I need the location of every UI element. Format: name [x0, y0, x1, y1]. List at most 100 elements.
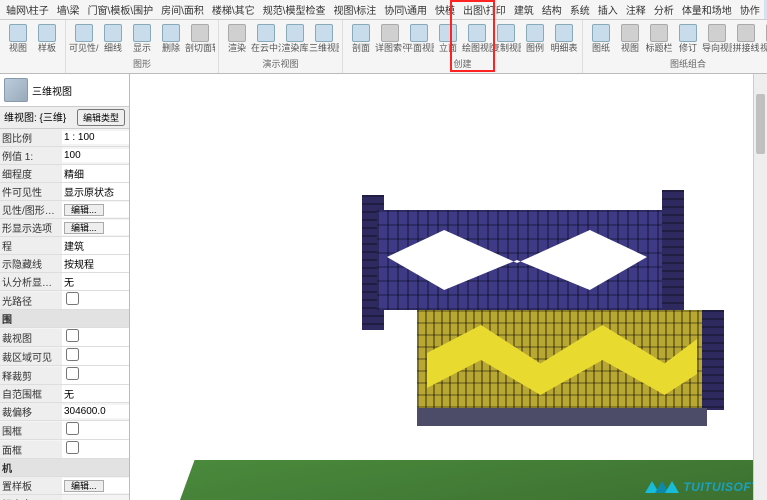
- property-value[interactable]: [62, 291, 129, 309]
- tool-label: 细线: [104, 43, 122, 53]
- property-checkbox[interactable]: [66, 422, 79, 435]
- property-row[interactable]: 释裁剪: [0, 366, 129, 385]
- ribbon-button[interactable]: 复制视图: [492, 22, 520, 55]
- property-value[interactable]: 精细: [62, 165, 129, 182]
- menu-item[interactable]: 系统: [566, 0, 594, 19]
- menu-item[interactable]: 出图\打印: [459, 0, 510, 19]
- property-row[interactable]: 自范围框无: [0, 385, 129, 403]
- property-row[interactable]: 例值 1:100: [0, 147, 129, 165]
- ribbon-button[interactable]: 渲染库: [281, 22, 309, 55]
- menu-item[interactable]: 注释: [622, 0, 650, 19]
- property-value[interactable]: 建筑: [62, 237, 129, 254]
- menu-item[interactable]: 建筑: [510, 0, 538, 19]
- property-row[interactable]: 见性/图形替换编辑...: [0, 201, 129, 219]
- ribbon-button[interactable]: 平面视图: [405, 22, 433, 55]
- ribbon-button[interactable]: 明细表: [550, 22, 578, 55]
- properties-header[interactable]: 三维视图: [0, 74, 129, 107]
- property-row[interactable]: 细程度精细: [0, 165, 129, 183]
- ribbon-button[interactable]: 可见性/过滤器: [70, 22, 98, 55]
- 3d-viewport[interactable]: TUITUISOFT: [130, 74, 767, 500]
- ribbon-button[interactable]: 删除: [157, 22, 185, 55]
- property-row[interactable]: 件可见性显示原状态: [0, 183, 129, 201]
- menu-item[interactable]: 结构: [538, 0, 566, 19]
- menu-item[interactable]: 门窗\模板\围护: [84, 0, 158, 19]
- menu-item[interactable]: 插入: [594, 0, 622, 19]
- ribbon-button[interactable]: 显示: [128, 22, 156, 55]
- property-checkbox[interactable]: [66, 329, 79, 342]
- ribbon-button[interactable]: 样板: [33, 22, 61, 55]
- property-row[interactable]: 置样板编辑...: [0, 477, 129, 495]
- edit-button[interactable]: 编辑...: [64, 480, 104, 492]
- property-value[interactable]: [62, 421, 129, 439]
- edit-type-button[interactable]: 编辑类型: [77, 109, 125, 126]
- ribbon-button[interactable]: 立面: [434, 22, 462, 55]
- scrollbar-thumb[interactable]: [756, 94, 765, 154]
- menu-item[interactable]: 规范\模型检查: [259, 0, 330, 19]
- property-row[interactable]: 围框: [0, 421, 129, 440]
- menu-item[interactable]: 协作: [736, 0, 764, 19]
- ribbon-button[interactable]: 图纸: [587, 22, 615, 55]
- menu-item[interactable]: 协同\通用: [380, 0, 431, 19]
- menu-item[interactable]: 轴网\柱子: [2, 0, 53, 19]
- property-row[interactable]: 示隐藏线按规程: [0, 255, 129, 273]
- ribbon-button[interactable]: 修订: [674, 22, 702, 55]
- property-value[interactable]: 显示原状态: [62, 183, 129, 200]
- property-value[interactable]: 1 : 100: [62, 131, 129, 144]
- property-value[interactable]: [62, 440, 129, 458]
- ribbon-button[interactable]: 详图索引: [376, 22, 404, 55]
- property-row[interactable]: 程建筑: [0, 237, 129, 255]
- menu-item[interactable]: 快模: [431, 0, 459, 19]
- edit-button[interactable]: 编辑...: [64, 222, 104, 234]
- ribbon-button[interactable]: 绘图视图: [463, 22, 491, 55]
- ribbon-button[interactable]: 视图: [616, 22, 644, 55]
- ribbon-button[interactable]: 标题栏: [645, 22, 673, 55]
- ribbon-button[interactable]: 剖切面轮廓: [186, 22, 214, 55]
- property-value[interactable]: 按规程: [62, 255, 129, 272]
- ribbon-button[interactable]: 三维视图: [310, 22, 338, 55]
- ribbon-button[interactable]: 导向视图: [703, 22, 731, 55]
- property-value[interactable]: [62, 328, 129, 346]
- property-row[interactable]: 裁偏移304600.0: [0, 403, 129, 421]
- menu-item[interactable]: 楼梯\其它: [208, 0, 259, 19]
- ribbon-button[interactable]: 视图参照: [761, 22, 767, 55]
- type-selector[interactable]: 三维视图: [32, 83, 125, 98]
- ribbon-button[interactable]: 在云中渲染: [252, 22, 280, 55]
- property-checkbox[interactable]: [66, 367, 79, 380]
- edit-button[interactable]: 编辑...: [64, 204, 104, 216]
- property-row[interactable]: 形显示选项编辑...: [0, 219, 129, 237]
- property-value[interactable]: [62, 347, 129, 365]
- property-checkbox[interactable]: [66, 292, 79, 305]
- ribbon-button[interactable]: 图例: [521, 22, 549, 55]
- menu-item[interactable]: 体量和场地: [678, 0, 736, 19]
- ribbon-button[interactable]: 渲染: [223, 22, 251, 55]
- property-value[interactable]: 编辑...: [62, 220, 129, 235]
- ribbon-button[interactable]: 拼接线: [732, 22, 760, 55]
- properties-list[interactable]: 图比例1 : 100例值 1:100细程度精细件可见性显示原状态见性/图形替换编…: [0, 129, 129, 500]
- menu-item[interactable]: 分析: [650, 0, 678, 19]
- vertical-scrollbar[interactable]: [753, 74, 767, 500]
- ribbon-button[interactable]: 剖面: [347, 22, 375, 55]
- tool-label: 绘图视图: [462, 43, 492, 53]
- property-row[interactable]: 光路径: [0, 291, 129, 310]
- property-value[interactable]: 无: [62, 273, 129, 290]
- property-value[interactable]: 编辑...: [62, 202, 129, 217]
- ribbon-button[interactable]: 细线: [99, 22, 127, 55]
- menu-item[interactable]: 房间\面积: [157, 0, 208, 19]
- property-value[interactable]: [62, 366, 129, 384]
- menu-item[interactable]: 视图\标注: [329, 0, 380, 19]
- ribbon-button[interactable]: 视图: [4, 22, 32, 55]
- property-value[interactable]: 无: [62, 385, 129, 402]
- property-value[interactable]: 编辑...: [62, 478, 129, 493]
- property-checkbox[interactable]: [66, 348, 79, 361]
- menu-item[interactable]: 墙\梁: [53, 0, 84, 19]
- property-value[interactable]: 100: [62, 149, 129, 162]
- property-checkbox[interactable]: [66, 441, 79, 454]
- property-row[interactable]: 面框: [0, 440, 129, 459]
- property-row[interactable]: 认分析显示样式无: [0, 273, 129, 291]
- building-model[interactable]: [347, 210, 707, 440]
- property-row[interactable]: 裁区域可见: [0, 347, 129, 366]
- property-row[interactable]: 裁视图: [0, 328, 129, 347]
- property-row[interactable]: 图比例1 : 100: [0, 129, 129, 147]
- property-row[interactable]: 视方向: [0, 495, 129, 500]
- property-value[interactable]: 304600.0: [62, 405, 129, 418]
